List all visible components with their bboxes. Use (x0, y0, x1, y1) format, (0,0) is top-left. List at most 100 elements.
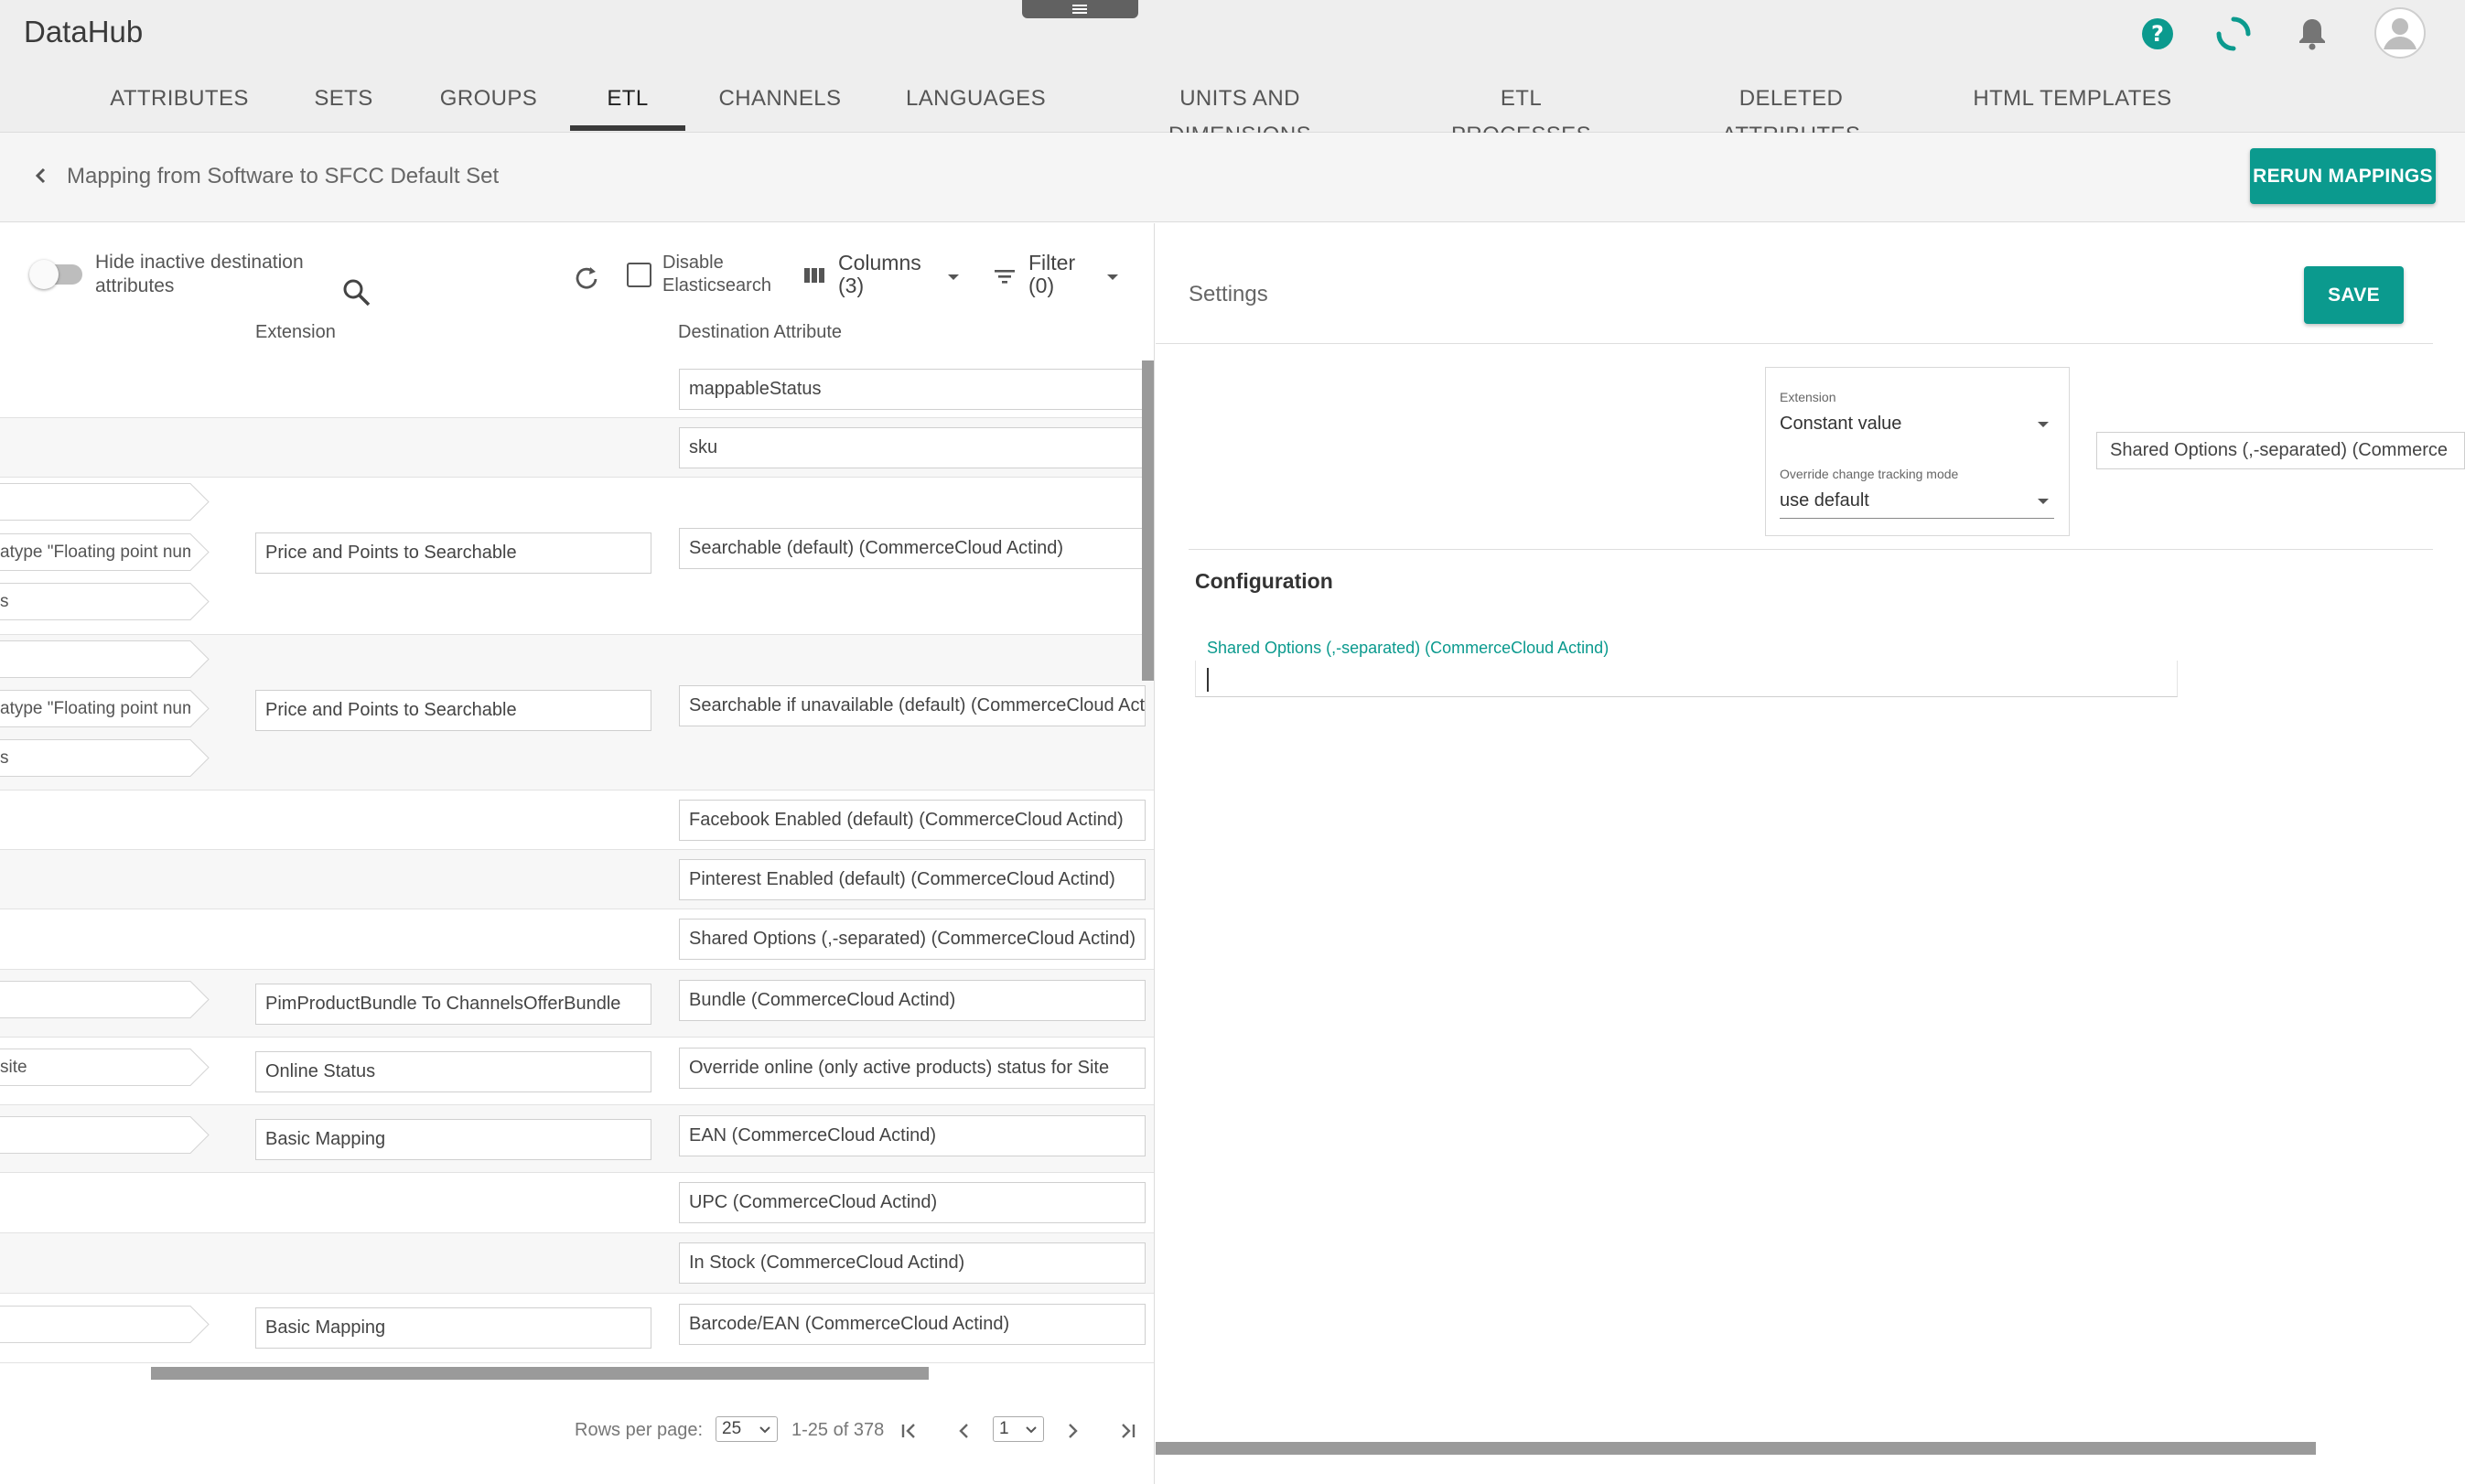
tab-html-templates[interactable]: HTML TEMPLATES (1972, 81, 2173, 133)
tracking-mode-select[interactable]: use default (1780, 490, 1869, 511)
tab-bar: ATTRIBUTES SETS GROUPS ETL CHANNELS LANG… (0, 81, 2465, 147)
table-row[interactable]: atype "Floating point num s Price and Po… (0, 478, 1154, 635)
loading-spinner-icon (2216, 16, 2251, 51)
columns-dropdown-arrow-icon[interactable] (946, 273, 961, 282)
destination-attribute-cell[interactable]: Pinterest Enabled (default) (CommerceClo… (679, 859, 1146, 900)
source-attribute-cell[interactable] (0, 1116, 214, 1154)
source-attribute-cell[interactable]: s (0, 583, 214, 620)
source-attribute-cell[interactable]: site (0, 1048, 214, 1086)
tab-units-and-dimensions[interactable]: UNITS AND DIMENSIONS (1107, 81, 1372, 147)
rerun-mappings-button[interactable]: RERUN MAPPINGS (2250, 148, 2436, 204)
table-row[interactable]: Shared Options (,-separated) (CommerceCl… (0, 909, 1154, 970)
extension-cell[interactable]: PimProductBundle To ChannelsOfferBundle (255, 984, 651, 1025)
destination-attribute-cell[interactable]: In Stock (CommerceCloud Actind) (679, 1242, 1146, 1284)
columns-label-line1[interactable]: Columns (838, 251, 921, 274)
filter-label-line1[interactable]: Filter (1028, 251, 1075, 274)
table-row[interactable]: sku (0, 418, 1154, 478)
destination-attribute-cell[interactable]: Override online (only active products) s… (679, 1048, 1146, 1089)
pagination-range: 1-25 of 378 (791, 1420, 885, 1440)
menu-drawer-handle[interactable] (1022, 0, 1138, 18)
last-page-icon[interactable] (1114, 1418, 1140, 1444)
tab-attributes[interactable]: ATTRIBUTES (102, 81, 257, 133)
source-attribute-cell[interactable]: atype "Floating point num (0, 533, 214, 571)
toggle-knob[interactable] (29, 260, 59, 289)
table-row[interactable]: In Stock (CommerceCloud Actind) (0, 1233, 1154, 1294)
chevron-down-icon (1026, 1426, 1037, 1434)
back-chevron-icon[interactable] (27, 162, 55, 189)
rows-per-page-select[interactable]: 25 (716, 1416, 778, 1442)
extension-cell[interactable]: Price and Points to Searchable (255, 532, 651, 574)
filter-label-line2[interactable]: (0) (1028, 274, 1054, 297)
help-icon[interactable]: ? (2135, 11, 2180, 57)
table-row[interactable]: mappableStatus (0, 360, 1154, 418)
source-attribute-cell[interactable]: atype "Floating point num (0, 690, 214, 727)
columns-icon[interactable] (802, 263, 826, 287)
next-page-icon[interactable] (1060, 1418, 1085, 1444)
config-field-label: Shared Options (,-separated) (CommerceCl… (1207, 639, 1609, 657)
search-icon[interactable] (341, 277, 372, 308)
columns-label-line2[interactable]: (3) (838, 274, 864, 297)
settings-horizontal-scrollbar[interactable] (1156, 1442, 2316, 1455)
first-page-icon[interactable] (897, 1418, 922, 1444)
disable-elasticsearch-checkbox[interactable] (627, 263, 651, 287)
table-row[interactable]: PimProductBundle To ChannelsOfferBundle … (0, 970, 1154, 1038)
destination-attribute-cell[interactable]: Bundle (CommerceCloud Actind) (679, 980, 1146, 1021)
source-attribute-cell[interactable]: s (0, 739, 214, 777)
extension-cell[interactable]: Price and Points to Searchable (255, 690, 651, 731)
config-value-input[interactable] (1195, 661, 2178, 697)
breadcrumb-bar: Mapping from Software to SFCC Default Se… (0, 133, 2465, 222)
notifications-bell-icon[interactable] (2289, 11, 2335, 57)
destination-attribute-cell[interactable]: Searchable (default) (CommerceCloud Acti… (679, 528, 1146, 569)
tab-channels[interactable]: CHANNELS (714, 81, 846, 133)
user-avatar-icon[interactable] (2374, 7, 2426, 59)
extension-cell[interactable]: Basic Mapping (255, 1119, 651, 1160)
save-button[interactable]: SAVE (2304, 266, 2404, 324)
source-attribute-cell[interactable] (0, 483, 214, 521)
arrow-shape (0, 640, 210, 678)
extension-dropdown-arrow-icon[interactable] (2036, 420, 2051, 429)
destination-attribute-cell[interactable]: Searchable if unavailable (default) (Com… (679, 685, 1146, 726)
source-attribute-cell[interactable] (0, 1306, 214, 1343)
table-row[interactable]: Basic Mapping Barcode/EAN (CommerceCloud… (0, 1294, 1154, 1363)
page-value: 1 (999, 1419, 1009, 1438)
table-row[interactable]: Basic Mapping EAN (CommerceCloud Actind) (0, 1105, 1154, 1173)
table-row[interactable]: atype "Floating point num s Price and Po… (0, 635, 1154, 790)
table-row[interactable]: site Online Status Override online (only… (0, 1038, 1154, 1105)
table-horizontal-scrollbar[interactable] (151, 1367, 929, 1380)
extension-cell[interactable]: Online Status (255, 1051, 651, 1092)
destination-attribute-cell[interactable]: Shared Options (,-separated) (CommerceCl… (679, 919, 1146, 960)
destination-attribute-cell[interactable]: sku (679, 427, 1146, 468)
arrow-shape (0, 981, 210, 1018)
tracking-mode-underline (1780, 518, 2054, 519)
destination-attribute-cell[interactable]: mappableStatus (679, 369, 1146, 410)
destination-attribute-cell[interactable]: UPC (CommerceCloud Actind) (679, 1182, 1146, 1223)
tab-etl-processes[interactable]: ETL PROCESSES (1432, 81, 1610, 147)
tab-languages[interactable]: LANGUAGES (906, 81, 1046, 133)
tab-sets[interactable]: SETS (305, 81, 382, 133)
refresh-icon[interactable] (573, 263, 600, 291)
previous-page-icon[interactable] (952, 1418, 977, 1444)
column-header-extension[interactable]: Extension (255, 322, 336, 343)
settings-panel: Settings SAVE Extension Constant value O… (1156, 223, 2465, 1484)
page-select[interactable]: 1 (993, 1416, 1044, 1442)
destination-attribute-cell[interactable]: Facebook Enabled (default) (CommerceClou… (679, 800, 1146, 841)
chevron-down-icon (759, 1426, 770, 1434)
source-attribute-cell[interactable] (0, 640, 214, 678)
destination-attribute-field[interactable]: Shared Options (,-separated) (Commerce (2096, 432, 2465, 469)
source-attribute-cell[interactable] (0, 981, 214, 1018)
destination-attribute-cell[interactable]: Barcode/EAN (CommerceCloud Actind) (679, 1304, 1146, 1345)
table-row[interactable]: UPC (CommerceCloud Actind) (0, 1173, 1154, 1233)
tab-groups[interactable]: GROUPS (434, 81, 544, 133)
table-row[interactable]: Facebook Enabled (default) (CommerceClou… (0, 790, 1154, 850)
extension-select[interactable]: Constant value (1780, 414, 1901, 435)
filter-dropdown-arrow-icon[interactable] (1105, 273, 1120, 282)
table-vertical-scrollbar[interactable] (1142, 360, 1154, 681)
filter-icon[interactable] (992, 263, 1017, 289)
svg-text:?: ? (2151, 21, 2164, 47)
table-row[interactable]: Pinterest Enabled (default) (CommerceClo… (0, 850, 1154, 909)
tracking-mode-dropdown-arrow-icon[interactable] (2036, 497, 2051, 506)
destination-attribute-cell[interactable]: EAN (CommerceCloud Actind) (679, 1115, 1146, 1156)
tab-deleted-attributes[interactable]: DELETED ATTRIBUTES (1674, 81, 1908, 147)
extension-cell[interactable]: Basic Mapping (255, 1307, 651, 1349)
column-header-destination-attribute[interactable]: Destination Attribute (678, 322, 842, 343)
